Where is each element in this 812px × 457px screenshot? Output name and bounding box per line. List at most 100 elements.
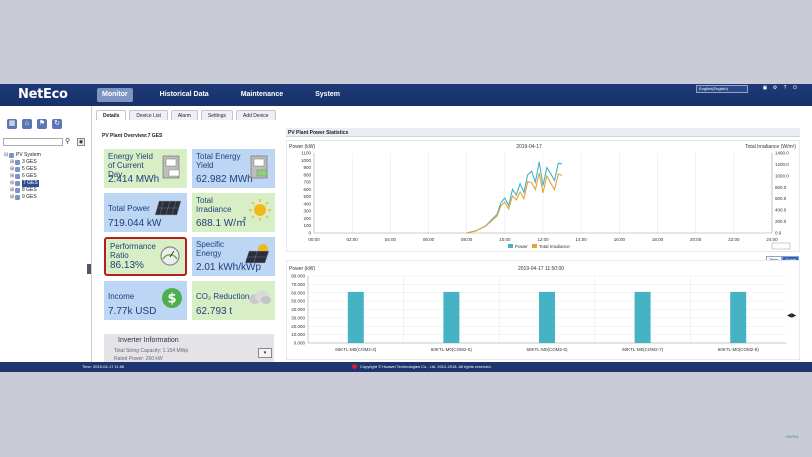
y-tick-label: 10.000 — [291, 332, 305, 337]
footer-bar: Time: 2019-04-17 11:56 Copyright © Huawe… — [0, 362, 812, 372]
lock-icon[interactable]: ▣ — [760, 85, 770, 91]
footer-copyright: Copyright © Huawei Technologies Co., Ltd… — [352, 362, 492, 372]
tab-details[interactable]: Details — [96, 110, 127, 120]
tree-item[interactable]: ⊞ 3 GES — [4, 159, 41, 166]
overview-title: PV Plant Overview:7 GES — [102, 133, 163, 139]
y-axis-label: Power (kW) — [289, 144, 315, 150]
help-icon[interactable]: ? — [780, 85, 790, 91]
y2-tick-label: 0.0 — [775, 231, 782, 236]
main-nav: Monitor Historical Data Maintenance Syst… — [97, 88, 367, 102]
plant-icon[interactable]: ⌂ — [22, 119, 32, 129]
x-tick-label: 08:00 — [461, 237, 473, 242]
x-tick-label: 22:00 — [728, 237, 740, 242]
meter-icon — [162, 155, 180, 179]
cloud-icon — [249, 290, 271, 304]
gauge-icon — [160, 246, 180, 266]
tree-item[interactable]: ⊞ 6 GES — [4, 173, 41, 180]
power-icon[interactable]: ⏻ — [790, 85, 800, 91]
watermark: HIVEN — [786, 434, 799, 439]
card-total-energy-yield: Total Energy Yield 62.982 MWh — [192, 149, 275, 188]
card-energy-yield-day: Energy Yield of Current Day 2.414 MWh — [104, 149, 187, 188]
tree-item[interactable]: ⊞ 5 GES — [4, 166, 41, 173]
chart-scroll-right-icon[interactable]: ◀▶ — [787, 312, 796, 319]
x-tick-label: 60KTL-M0(COM2-6) — [431, 347, 473, 352]
tree-item[interactable]: ⊞ 9 GES — [4, 194, 41, 201]
chart-title: 2019-04-17 — [516, 144, 542, 150]
inverter-capacity: Total String Capacity: 1.154 MWp — [114, 348, 189, 354]
chart-title: 2019-04-17 11:50:00 — [518, 266, 564, 272]
x-tick-label: 18:00 — [652, 237, 664, 242]
card-performance-ratio: Performance Ratio 86.13% — [104, 237, 187, 276]
bar — [634, 291, 651, 343]
legend-swatch — [532, 244, 537, 248]
app-logo: NetEco — [18, 87, 68, 102]
tab-device-list[interactable]: Device List — [129, 110, 168, 120]
y-tick-label: 900 — [303, 165, 311, 170]
language-select[interactable]: English(English) — [696, 85, 748, 93]
card-total-irradiance: Total Irradiance 688.1 W/㎡ — [192, 193, 275, 232]
settings-icon[interactable]: ⚙ — [770, 85, 780, 91]
device-icon[interactable]: ⚑ — [37, 119, 47, 129]
sun-icon — [249, 199, 271, 221]
inverter-bar-chart: Power (kW) 2019-04-17 11:50:00 0.000 10.000… — [286, 260, 800, 360]
nav-historical-data[interactable]: Historical Data — [155, 88, 214, 102]
y-tick-label: 400 — [303, 201, 311, 206]
y-tick-label: 500 — [303, 194, 311, 199]
x-tick-label: 04:00 — [385, 237, 397, 242]
y-tick-label: 80.000 — [291, 274, 305, 279]
y-axis-label: Power (kW) — [289, 266, 315, 272]
y-tick-label: 1100 — [301, 151, 311, 156]
meter-icon — [250, 155, 268, 179]
detail-tabs: Details Device List Alarm Settings Add D… — [96, 110, 279, 120]
x-tick-label: 14:00 — [576, 237, 588, 242]
tree-item[interactable]: ⊞ 8 GES — [4, 187, 41, 194]
x-tick-label: 16:00 — [614, 237, 626, 242]
refresh-icon[interactable]: ↻ — [52, 119, 62, 129]
bar — [730, 291, 747, 343]
tree-item-selected[interactable]: ⊞ 7 GES — [4, 180, 41, 187]
x-tick-label: 02:00 — [347, 237, 359, 242]
x-tick-label: 24:00 — [766, 237, 778, 242]
power-stats-header — [286, 128, 800, 137]
card-specific-energy: Specific Energy 2.01 kWh/kWp — [192, 237, 275, 276]
y-tick-label: 70.000 — [291, 282, 305, 287]
x-tick-label: 60KTL-M0(COM2-7) — [622, 347, 664, 352]
footer-time: Time: 2019-04-17 11:56 — [82, 364, 125, 369]
y2-tick-label: 400.0 — [775, 208, 787, 213]
card-total-power: Total Power 719.044 kW — [104, 193, 187, 232]
x-tick-label: 10:00 — [499, 237, 511, 242]
y2-tick-label: 1400.0 — [775, 151, 789, 156]
bar — [443, 291, 460, 343]
solar-sun-icon — [244, 244, 270, 264]
map-view-icon[interactable]: ▦ — [7, 119, 17, 129]
y2-tick-label: 600.0 — [775, 196, 787, 201]
tab-settings[interactable]: Settings — [200, 110, 233, 120]
inverter-info-title: Inverter Information — [118, 337, 179, 344]
nav-system[interactable]: System — [310, 88, 345, 102]
y-tick-label: 800 — [303, 172, 311, 177]
locate-icon[interactable]: ◉ — [77, 138, 85, 146]
inverter-select[interactable]: ▾ — [258, 348, 272, 358]
x-tick-label: 60KTL-M0(COM2-8) — [718, 347, 760, 352]
x-tick-label: 00:00 — [308, 237, 320, 242]
bar — [347, 291, 364, 343]
tab-alarm[interactable]: Alarm — [170, 110, 198, 120]
power-line-chart: Power (kW) Total Irradiance (W/m²) 2019-04… — [286, 140, 800, 252]
nav-maintenance[interactable]: Maintenance — [236, 88, 288, 102]
y-tick-label: 200 — [303, 216, 311, 221]
huawei-logo-icon — [352, 364, 357, 370]
search-icon[interactable]: ⚲ — [65, 137, 73, 146]
y2-tick-label: 1200.0 — [775, 162, 789, 167]
y-tick-label: 300 — [303, 209, 311, 214]
sidebar: ▦ ⌂ ⚑ ↻ ⚲ ◉ ⊟ PV System ⊞ 3 GES ⊞ 5 GES ⊞ 6 … — [0, 106, 92, 362]
tree-search-input[interactable] — [3, 138, 63, 146]
legend-label: Power — [515, 244, 528, 249]
card-income: Income 7.77k USD $ — [104, 281, 187, 320]
tab-add-device[interactable]: Add Device — [236, 110, 276, 120]
x-tick-label: 60KTL-M0(COM2-4) — [335, 347, 377, 352]
y-tick-label: 50.000 — [291, 299, 305, 304]
tree-root[interactable]: ⊟ PV System — [4, 152, 41, 159]
nav-monitor[interactable]: Monitor — [97, 88, 133, 102]
sidebar-collapse-handle[interactable] — [87, 264, 91, 274]
x-tick-label: 60KTL-M0(COM2-5) — [526, 347, 568, 352]
